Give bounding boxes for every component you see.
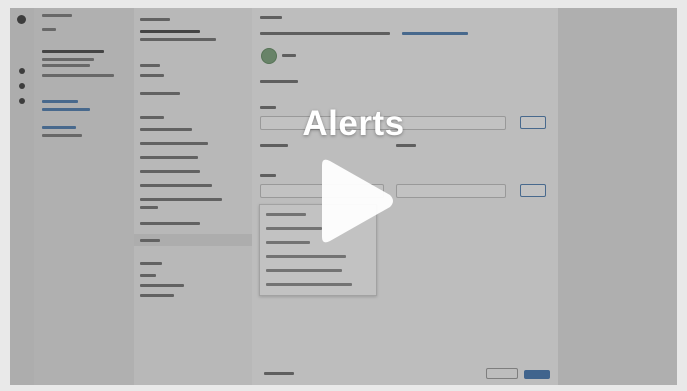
play-icon bbox=[322, 159, 393, 243]
play-button[interactable] bbox=[312, 157, 396, 245]
video-title: Alerts bbox=[302, 104, 405, 143]
